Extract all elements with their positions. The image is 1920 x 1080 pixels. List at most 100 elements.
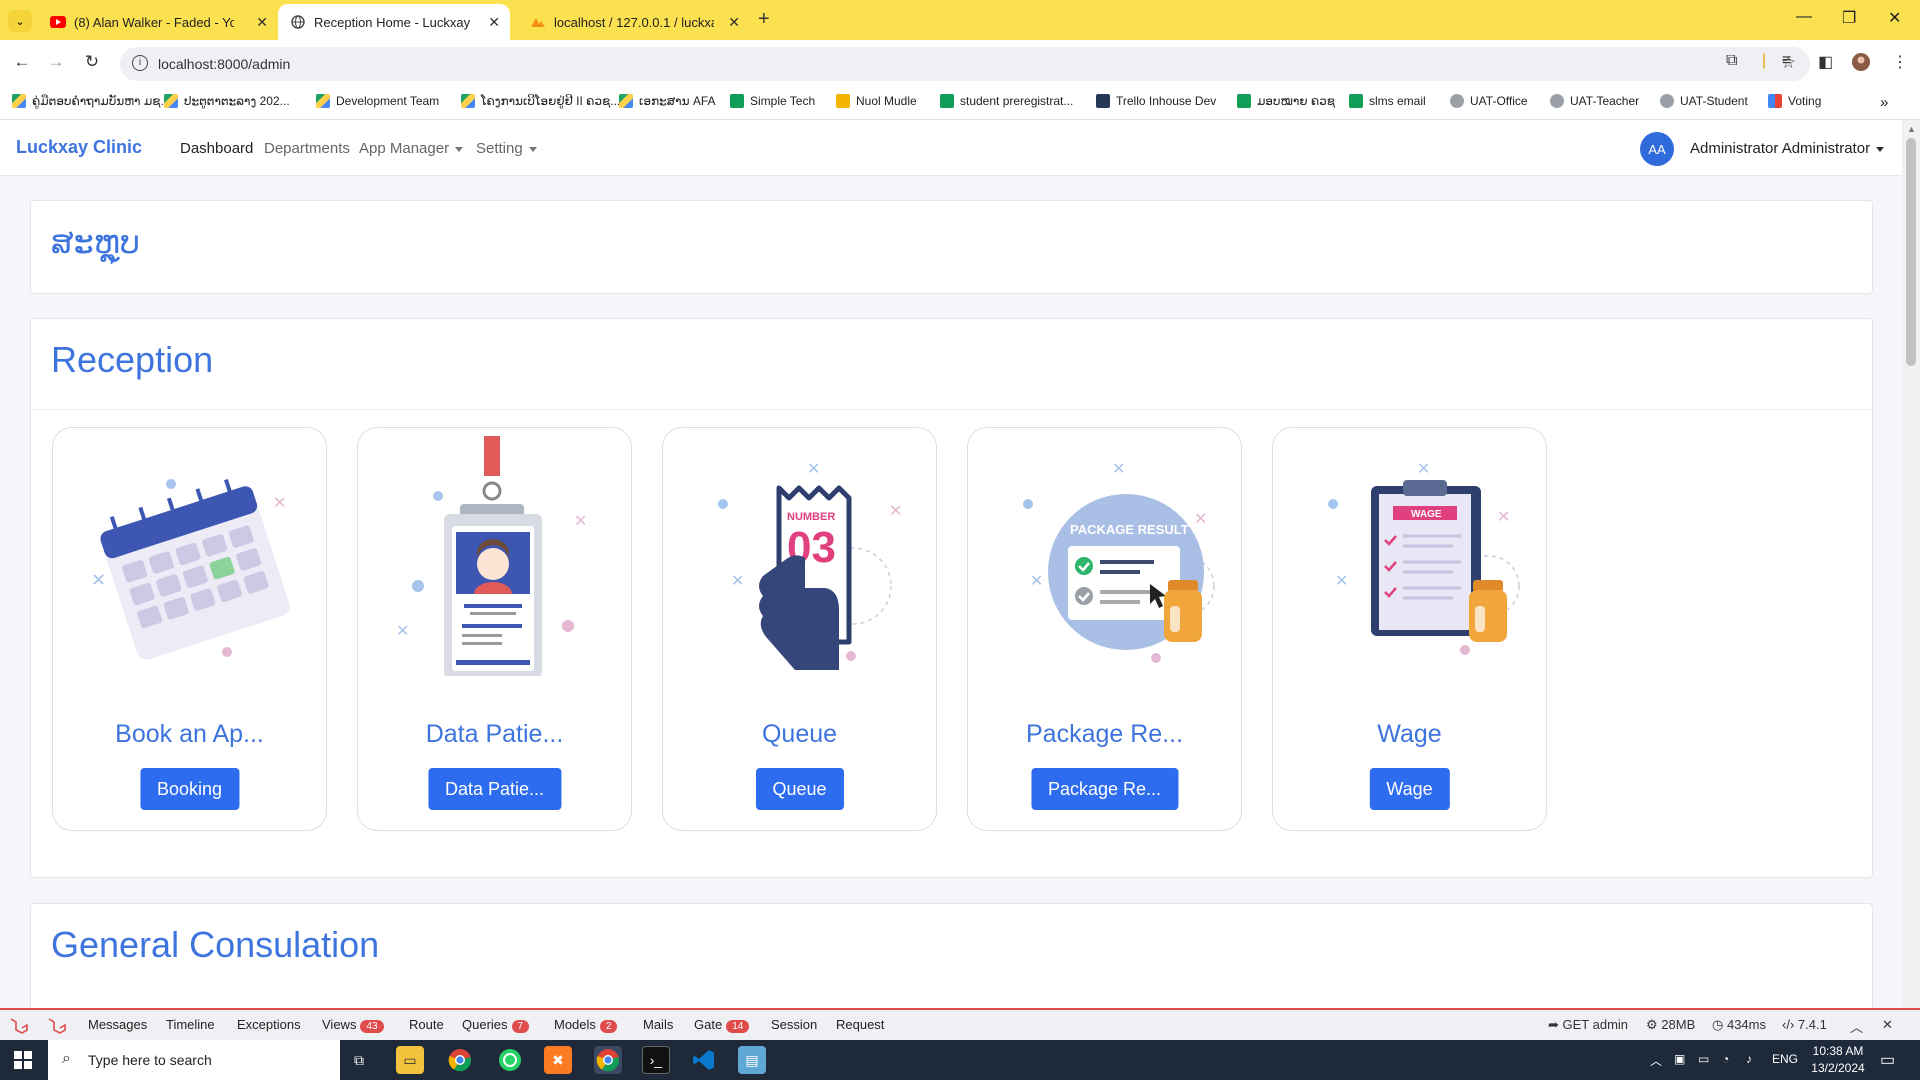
booking-button[interactable]: Booking (139, 768, 240, 810)
back-button[interactable]: ← (10, 52, 34, 72)
close-icon[interactable]: ✕ (488, 14, 500, 31)
wifi-icon[interactable]: ◔ (1722, 1052, 1729, 1066)
patient-data-button[interactable]: Data Patie... (427, 768, 562, 810)
bookmark-item[interactable]: Voting (1768, 94, 1821, 108)
windows-start-icon[interactable] (14, 1051, 32, 1069)
reload-button[interactable]: ↻ (80, 52, 104, 72)
debug-tab-models[interactable]: Models 2 (554, 1017, 618, 1033)
debug-bar: Messages Timeline Exceptions Views 43 Rou… (0, 1008, 1920, 1040)
user-menu[interactable]: Administrator Administrator (1690, 140, 1885, 157)
chrome-icon[interactable] (446, 1046, 474, 1074)
trello-icon (1096, 94, 1110, 108)
laravel-logo-icon[interactable] (8, 1015, 28, 1038)
app-viewport: Luckxay Clinic Dashboard Departments App… (0, 120, 1902, 1008)
url-text[interactable]: localhost:8000/admin (158, 56, 290, 72)
brand-logo[interactable]: Luckxay Clinic (16, 137, 142, 158)
tab-search-button[interactable]: ⌄ (8, 10, 32, 32)
debug-tab-exceptions[interactable]: Exceptions (237, 1017, 301, 1032)
forward-button[interactable]: → (44, 52, 68, 72)
svg-text:✕: ✕ (91, 570, 106, 590)
bookmark-item[interactable]: slms email (1349, 94, 1426, 108)
page-scrollbar[interactable]: ▲ (1902, 120, 1920, 1008)
debug-tab-session[interactable]: Session (771, 1017, 817, 1032)
tab-title: localhost / 127.0.0.1 / luckxay_clinic (554, 14, 714, 30)
new-tab-button[interactable]: + (758, 8, 770, 31)
tray-overflow-icon[interactable]: ︿ (1650, 1052, 1662, 1069)
debug-tab-route[interactable]: Route (409, 1017, 444, 1032)
language-indicator[interactable]: ENG (1772, 1052, 1798, 1066)
profile-avatar-icon[interactable] (1852, 53, 1870, 76)
bookmark-item[interactable]: ໂຄງການເບີໂອຍຢູ່ຢີ II ຄວຊ... (461, 94, 620, 108)
bookmark-item[interactable]: student preregistrat... (940, 94, 1073, 108)
minimize-button[interactable]: — (1796, 8, 1812, 26)
vscode-icon[interactable] (690, 1046, 718, 1074)
close-window-button[interactable]: ✕ (1888, 8, 1901, 28)
bookmark-item[interactable]: UAT-Teacher (1550, 94, 1639, 108)
nav-departments[interactable]: Departments (264, 140, 350, 157)
debug-tab-queries[interactable]: Queries 7 (462, 1017, 530, 1033)
tab-reception-home[interactable]: Reception Home - Luckxay Clinic ✕ (278, 4, 510, 40)
debug-tab-mails[interactable]: Mails (643, 1017, 673, 1032)
package-result-button[interactable]: Package Re... (1030, 768, 1179, 810)
system-clock[interactable]: 10:38 AM 13/2/2024 (1808, 1043, 1868, 1077)
nav-setting[interactable]: Setting (476, 140, 537, 157)
debug-tab-request[interactable]: Request (836, 1017, 884, 1032)
nav-app-manager[interactable]: App Manager (359, 140, 464, 157)
svg-text:✕: ✕ (1417, 461, 1430, 478)
browser-menu-icon[interactable]: ⋮ (1892, 52, 1908, 72)
bookmark-item[interactable]: ປະຕູຕາຕະລາງ 202... (164, 94, 290, 108)
scroll-up-icon[interactable]: ▲ (1907, 124, 1916, 134)
side-panel-icon[interactable]: ◧ (1818, 52, 1833, 72)
notifications-icon[interactable]: ▭ (1880, 1050, 1895, 1070)
count-badge: 43 (360, 1020, 384, 1033)
debug-tab-messages[interactable]: Messages (88, 1017, 147, 1032)
tab-phpmyadmin[interactable]: localhost / 127.0.0.1 / luckxay_clinic ✕ (518, 4, 750, 40)
address-bar[interactable]: i localhost:8000/admin ☆ (120, 47, 1810, 81)
close-icon[interactable]: ✕ (728, 14, 740, 31)
file-explorer-icon[interactable]: ▭ (396, 1046, 424, 1074)
debug-tab-gate[interactable]: Gate 14 (694, 1017, 750, 1033)
media-controls-icon[interactable]: ≡ (1782, 52, 1791, 70)
summary-card: ສະຫຼຸບ (30, 200, 1873, 294)
bookmark-item[interactable]: ຄູ່ມືຕອບຄຳຖາມບັນຫາ ມຊ... (12, 94, 170, 108)
debug-tab-views[interactable]: Views 43 (322, 1017, 384, 1033)
taskbar-search-input[interactable]: ⌕ Type here to search (48, 1040, 340, 1080)
module-title: Book an Ap... (115, 720, 264, 748)
xampp-icon[interactable]: ✖ (544, 1046, 572, 1074)
section-title: Reception (51, 339, 214, 380)
chrome-active-icon[interactable] (594, 1046, 622, 1074)
bookmark-item[interactable]: Nuol Mudle (836, 94, 917, 108)
close-icon[interactable]: ✕ (1882, 1017, 1893, 1033)
chevron-down-icon (528, 146, 537, 152)
bookmark-item[interactable]: Simple Tech (730, 94, 815, 108)
bookmark-item[interactable]: ເອກະສານ AFA (619, 94, 716, 108)
debug-tab-timeline[interactable]: Timeline (166, 1017, 215, 1032)
volume-icon[interactable]: ♪ (1746, 1052, 1752, 1066)
whatsapp-icon[interactable] (496, 1046, 524, 1074)
queue-button[interactable]: Queue (755, 768, 844, 810)
wage-button[interactable]: Wage (1369, 768, 1450, 810)
bookmarks-overflow-icon[interactable]: » (1880, 94, 1888, 111)
task-view-icon[interactable]: ⧉ (345, 1046, 373, 1074)
restore-button[interactable]: ❐ (1842, 8, 1856, 28)
bookmark-item[interactable]: Trello Inhouse Dev (1096, 94, 1216, 108)
close-icon[interactable]: ✕ (256, 14, 268, 31)
laravel-logo-icon[interactable] (46, 1015, 66, 1038)
battery-icon[interactable]: ▭ (1698, 1052, 1709, 1066)
chevron-up-icon[interactable]: ︿ (1850, 1017, 1863, 1036)
scrollbar-thumb[interactable] (1906, 138, 1916, 366)
nav-dashboard[interactable]: Dashboard (180, 140, 253, 157)
svg-text:✕: ✕ (1497, 509, 1510, 526)
info-icon[interactable]: i (132, 55, 148, 71)
bookmark-item[interactable]: UAT-Office (1450, 94, 1528, 108)
avatar[interactable]: AA (1640, 132, 1674, 166)
terminal-icon[interactable]: ›_ (642, 1046, 670, 1074)
tab-youtube[interactable]: (8) Alan Walker - Faded - YouTube ✕ (38, 4, 278, 40)
notepad-icon[interactable]: ▤ (738, 1046, 766, 1074)
bookmark-item[interactable]: ມອບໝາຍ ຄວຊ (1237, 94, 1335, 108)
bookmark-item[interactable]: Development Team (316, 94, 439, 108)
bookmark-item[interactable]: UAT-Student (1660, 94, 1748, 108)
code-icon: ‹/› (1782, 1017, 1798, 1032)
meet-now-icon[interactable]: ▣ (1674, 1052, 1685, 1066)
extensions-icon[interactable]: ⧉ (1726, 52, 1737, 70)
